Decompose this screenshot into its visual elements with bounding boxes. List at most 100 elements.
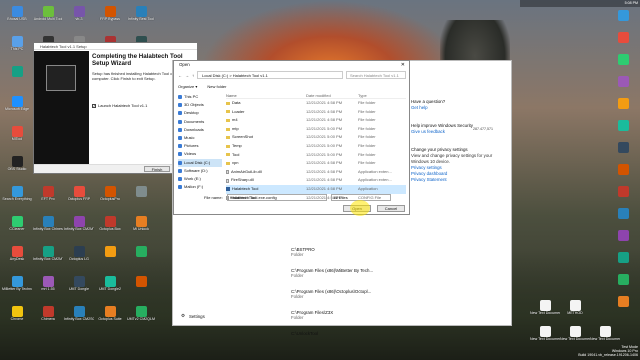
desktop-icon-label: Bhosal USB [7,17,27,21]
desktop-icon[interactable]: CCleaner [2,216,32,238]
nav-item[interactable]: Work (E:) [178,175,222,183]
desktop-icon[interactable] [126,246,156,268]
desktop-icon[interactable]: UMT Dongle [64,276,94,298]
filename-input[interactable]: Halabtech Tool [226,194,327,201]
back-arrow-icon[interactable]: ← [178,73,182,78]
desktop-icon[interactable] [2,66,32,88]
desktop-icon[interactable] [95,246,125,268]
desktop-icon[interactable]: Search Everything [2,186,32,208]
desktop-icon[interactable]: This PC [2,36,32,58]
nav-item[interactable]: 3D Objects [178,101,222,109]
desktop-icon[interactable]: Infinity Box CM2MTK [33,246,63,268]
privacy-statement-link[interactable]: Privacy Statement [411,177,509,183]
file-row[interactable]: ScreenShot 12/21/2021 5:00 PM File folder [226,133,406,142]
desktop-icon[interactable]: Microsoft Edge [2,96,32,118]
desktop-icon[interactable] [608,32,638,54]
text-document-icon[interactable]: New Text Document [530,300,560,322]
desktop-icon[interactable] [608,296,638,318]
desktop-icon[interactable]: Infinity Box Chinese [33,216,63,238]
nav-item[interactable]: Documents [178,118,222,126]
close-icon[interactable]: ✕ [401,61,405,69]
file-row[interactable]: Loader 12/21/2021 4:58 PM File folder [226,108,406,117]
desktop-icon[interactable]: OBS Studio [2,156,32,178]
desktop-icon[interactable]: AnyDesk [2,246,32,268]
desktop-icon[interactable] [608,142,638,164]
nav-item[interactable]: Desktop [178,109,222,117]
desktop-icon[interactable]: Chimera [33,306,63,328]
file-row[interactable]: Halabtech Tool 12/21/2021 4:58 PM Applicat… [226,184,406,194]
nav-item[interactable]: This PC [178,93,222,101]
list-item[interactable]: C:\Program Files (x86)\MiBetter By Tech.… [291,268,411,278]
list-item[interactable]: C:\Program Files (x86)\Octoplus\Octopl..… [291,289,411,299]
file-row[interactable]: AnimAirGuiLib.dll 12/21/2021 4:58 PM Appli… [226,168,406,177]
desktop-icon[interactable] [608,98,638,120]
desktop-icon[interactable]: UMTv2 CM2QLM [126,306,156,328]
nav-item[interactable]: Downloads [178,126,222,134]
desktop-icon[interactable] [608,252,638,274]
desktop-icon[interactable] [126,276,156,298]
list-item[interactable]: C:\Program Files\Z3X Folder [291,310,411,320]
desktop-icon[interactable] [608,186,638,208]
desktop-icon[interactable]: EFT Pro [33,186,63,208]
desktop-icon[interactable]: Octoplus Box [95,216,125,238]
file-row[interactable]: Data 12/21/2021 4:58 PM File folder [226,99,406,108]
desktop-icon[interactable]: Octoplus LG [64,246,94,268]
list-item[interactable]: C:\BSTPRO Folder [291,247,411,257]
desktop-icon[interactable]: FRP Bypass [95,6,125,28]
new-folder-button[interactable]: New folder [207,84,226,89]
file-row[interactable]: Tool 12/21/2021 5:00 PM File folder [226,151,406,160]
nav-item[interactable]: Pictures [178,142,222,150]
file-row[interactable]: Temp 12/21/2021 5:00 PM File folder [226,142,406,151]
desktop-icon[interactable]: Mi Unlock [126,216,156,238]
file-row[interactable]: FireSharp.dll 12/21/2021 4:58 PM Applicati… [226,176,406,185]
desktop-icon[interactable]: Octoplus Suite [95,306,125,328]
forward-arrow-icon[interactable]: → [185,73,189,78]
path-field[interactable]: Local Disk (C:) > Halabtech Tool v1.1 [197,71,343,79]
file-row[interactable]: m4 12/21/2021 4:58 PM File folder [226,116,406,125]
nav-item[interactable]: Videos [178,150,222,158]
desktop-icon[interactable]: MiBetter By Techno [2,276,32,298]
file-row[interactable]: vpn 12/21/2021 4:58 PM File folder [226,159,406,168]
list-item[interactable]: C:\UnlockTool [291,331,411,336]
desktop-icon[interactable]: mrt 1.55 [33,276,63,298]
col-name[interactable]: Name [226,93,306,98]
desktop-icon[interactable]: MiTool [2,126,32,148]
feedback-link[interactable]: Give us feedback [411,129,509,135]
desktop-icon[interactable]: vb-3 [64,6,94,28]
cancel-button[interactable]: Cancel [377,205,405,212]
col-date[interactable]: Date modified [306,93,358,98]
settings-nav-button[interactable]: ⚙ Settings [181,313,205,319]
col-type[interactable]: Type [358,93,406,98]
nav-item[interactable]: Music [178,134,222,142]
file-row[interactable]: mtp 12/21/2021 5:00 PM File folder [226,125,406,134]
desktop-icon[interactable]: Infinity Box CM2SC [64,306,94,328]
get-help-link[interactable]: Get help [411,105,509,111]
app-icon [617,120,629,131]
desktop-icon[interactable]: Chrome [2,306,32,328]
text-document-icon[interactable]: METHOD [560,300,590,322]
desktop-icon[interactable] [608,54,638,76]
desktop-icon[interactable] [608,208,638,230]
desktop-icon[interactable] [608,120,638,142]
desktop-icon[interactable]: Bhosal USB [2,6,32,28]
organize-button[interactable]: Organize ▾ [178,84,197,89]
desktop-icon[interactable]: Android Multi Tool [33,6,63,28]
desktop-icon[interactable] [608,274,638,296]
nav-item[interactable]: Mallon (F:) [178,183,222,191]
nav-item[interactable]: Local Disk (C:) [178,158,222,167]
desktop-icon[interactable] [608,76,638,98]
desktop-icon[interactable] [608,164,638,186]
desktop-icon[interactable]: Octoplus FRP [64,186,94,208]
desktop-icon[interactable] [126,186,156,208]
up-arrow-icon[interactable]: ↑ [192,73,194,78]
search-input[interactable]: Search Halabtech Tool v1.1 [346,71,406,79]
desktop-icon[interactable] [608,10,638,32]
desktop-icon[interactable] [608,230,638,252]
desktop-icon[interactable]: OctoplusPro [95,186,125,208]
nav-item[interactable]: Software (D:) [178,167,222,175]
desktop-icon[interactable]: UMT Dongle2 [95,276,125,298]
finish-button[interactable]: Finish [144,166,170,172]
text-document-icon[interactable]: New Text Document [530,326,560,348]
desktop-icon[interactable]: Infinity Box CM2MT2 [64,216,94,238]
desktop-icon[interactable]: Infinity Best Tool [126,6,156,28]
